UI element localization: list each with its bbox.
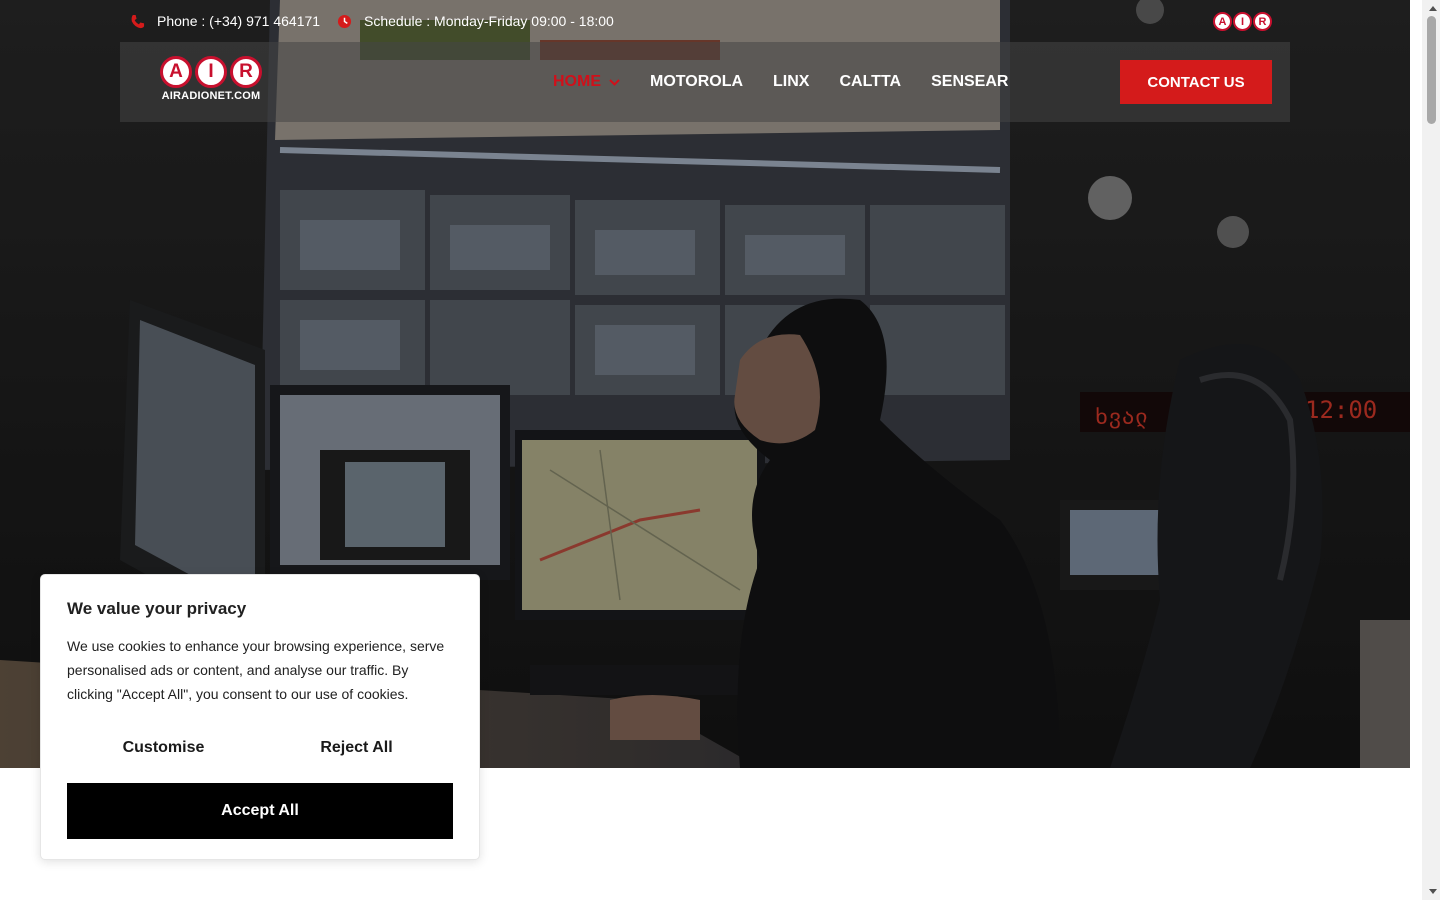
nav-item-label: SENSEAR xyxy=(931,73,1009,90)
nav-item-motorola[interactable]: MOTOROLA xyxy=(650,73,743,91)
mini-logo-letter: A xyxy=(1213,12,1232,31)
nav-menu: HOME MOTOROLA LINX CALTTA SENSEAR xyxy=(553,42,1008,122)
scroll-up-arrow-icon[interactable] xyxy=(1428,4,1438,14)
site-logo[interactable]: A I R AIRADIONET.COM xyxy=(156,56,266,106)
main-navbar: A I R AIRADIONET.COM HOME MOTOROLA LINX … xyxy=(120,42,1290,122)
accept-all-button[interactable]: Accept All xyxy=(67,783,453,839)
nav-item-label: LINX xyxy=(773,73,810,90)
mini-logo-letter: R xyxy=(1253,12,1272,31)
mini-logo-letter: I xyxy=(1233,12,1252,31)
chevron-down-icon xyxy=(609,78,620,86)
cookie-secondary-actions: Customise Reject All xyxy=(67,733,453,763)
cookie-title: We value your privacy xyxy=(67,599,247,618)
cookie-description: We use cookies to enhance your browsing … xyxy=(67,638,445,702)
reject-all-button[interactable]: Reject All xyxy=(260,733,453,763)
logo-letter: I xyxy=(195,56,227,88)
nav-item-home[interactable]: HOME xyxy=(553,73,620,91)
logo-domain: AIRADIONET.COM xyxy=(161,90,261,102)
scrollbar-gutter xyxy=(1410,0,1422,900)
schedule-info: Schedule : Monday-Friday 09:00 - 18:00 xyxy=(337,13,614,29)
cookie-consent-banner: We value your privacy We use cookies to … xyxy=(40,574,480,860)
clock-icon xyxy=(337,14,352,28)
nav-item-label: MOTOROLA xyxy=(650,73,744,90)
schedule-text: Schedule : Monday-Friday 09:00 - 18:00 xyxy=(364,13,614,29)
nav-item-label: CALTTA xyxy=(839,73,902,90)
nav-item-sensear[interactable]: SENSEAR xyxy=(931,73,1008,91)
nav-item-caltta[interactable]: CALTTA xyxy=(839,73,901,91)
scrollbar-thumb[interactable] xyxy=(1427,16,1436,124)
page-scrollbar[interactable] xyxy=(1410,0,1440,900)
contact-us-button[interactable]: CONTACT US xyxy=(1120,60,1272,104)
top-info-bar: Phone : (+34) 971 464171 Schedule : Mond… xyxy=(0,0,1410,42)
page: ხვალ 12:00 Phone : (+34) 971 464171 Sche… xyxy=(0,0,1440,900)
logo-letter: A xyxy=(160,56,192,88)
phone-text: Phone : (+34) 971 464171 xyxy=(157,13,321,29)
scroll-down-arrow-icon[interactable] xyxy=(1428,886,1438,896)
nav-item-linx[interactable]: LINX xyxy=(773,73,809,91)
phone-contact[interactable]: Phone : (+34) 971 464171 xyxy=(130,13,320,29)
phone-icon xyxy=(131,14,145,28)
logo-circles: A I R xyxy=(156,56,266,88)
customise-button[interactable]: Customise xyxy=(67,733,260,763)
logo-letter: R xyxy=(230,56,262,88)
mini-logo[interactable]: A I R xyxy=(1213,12,1272,31)
nav-item-label: HOME xyxy=(553,73,601,90)
